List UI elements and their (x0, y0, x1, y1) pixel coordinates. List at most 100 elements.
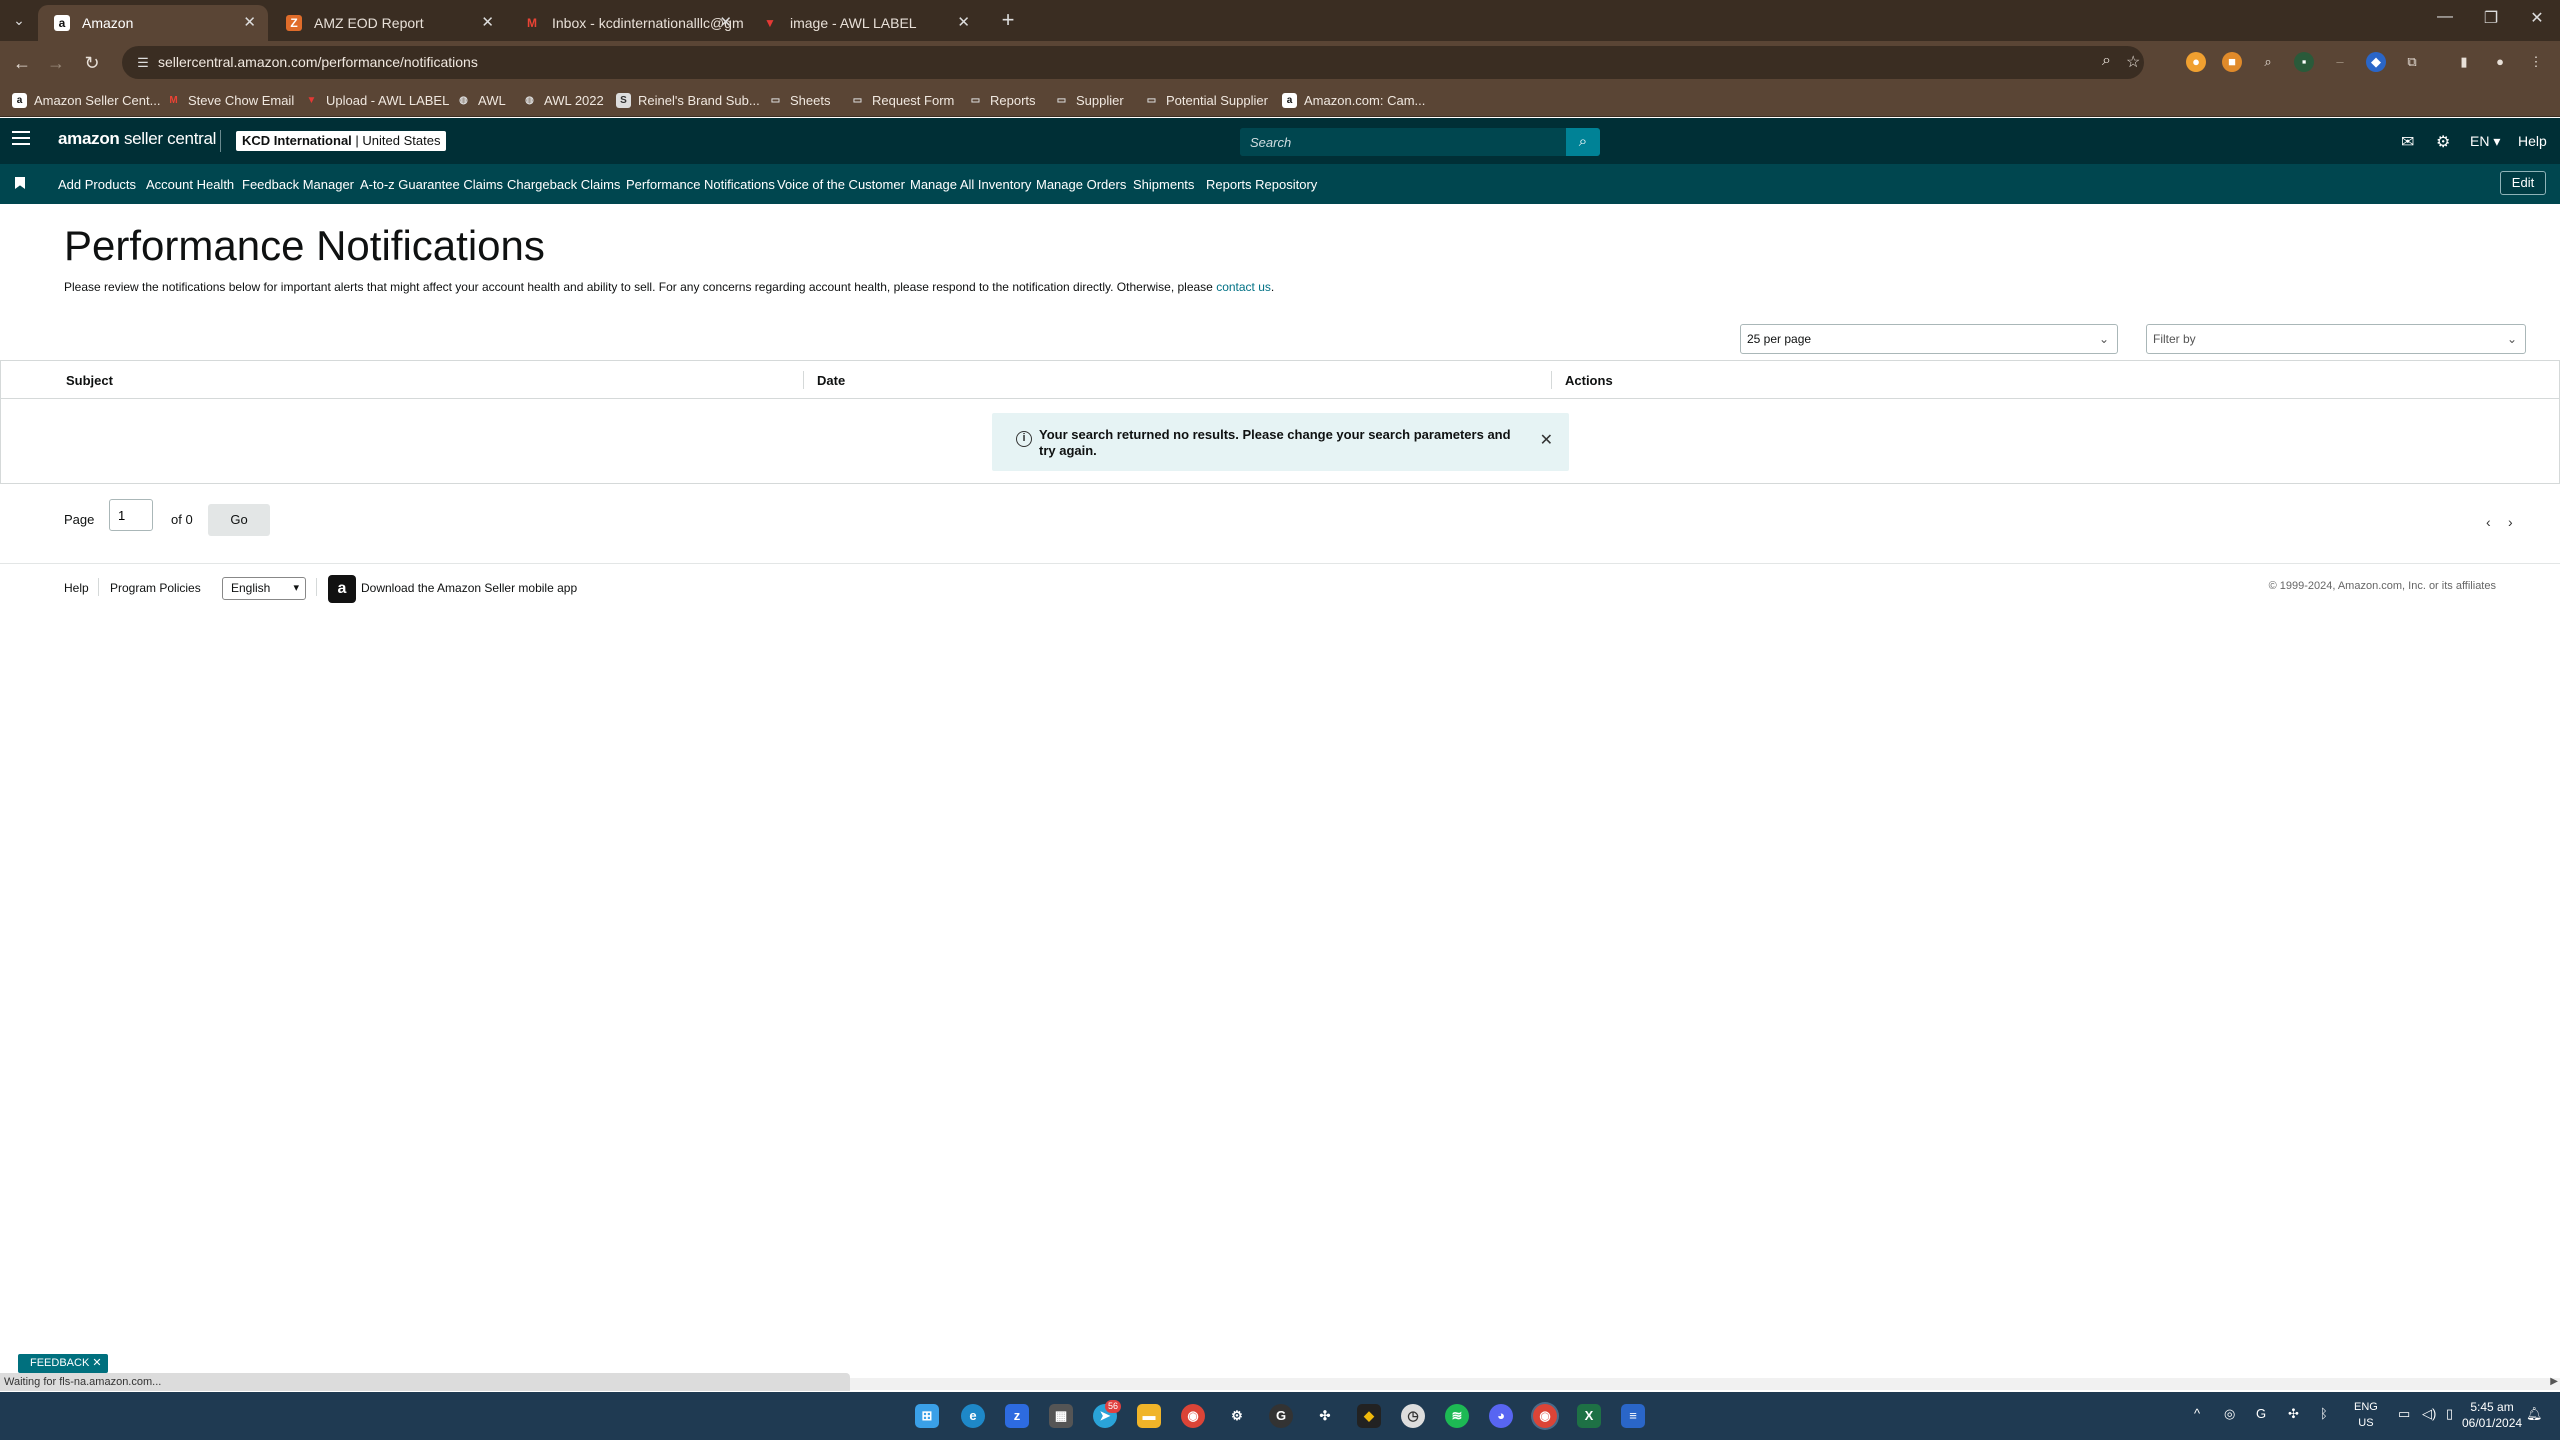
side-panel-icon[interactable]: ▮ (2454, 52, 2474, 72)
footer-language-select[interactable]: English ▾ (222, 577, 306, 600)
extension-green-icon[interactable]: ▪ (2294, 52, 2314, 72)
extensions-puzzle-icon[interactable]: ⧉ (2402, 52, 2422, 72)
nav-reports-repository[interactable]: Reports Repository (1206, 177, 1317, 192)
extension-honey-icon[interactable]: ■ (2222, 52, 2242, 72)
spotify-icon[interactable]: ≋ (1445, 1404, 1469, 1428)
close-tab-icon[interactable]: ✕ (719, 5, 732, 41)
account-switcher[interactable]: KCD International | United States (236, 131, 447, 151)
bookmark-item[interactable]: ◍ AWL 2022 (522, 92, 604, 110)
discord-icon[interactable]: ◕ (1489, 1404, 1513, 1428)
bookmark-item[interactable]: S Reinel's Brand Sub... (616, 92, 760, 110)
next-page-icon[interactable]: › (2508, 514, 2513, 530)
nav-manage-inventory[interactable]: Manage All Inventory (910, 177, 1031, 192)
restore-icon[interactable]: ❐ (2476, 8, 2506, 28)
help-link[interactable]: Help (2518, 133, 2547, 149)
url-text[interactable]: sellercentral.amazon.com/performance/not… (158, 54, 478, 70)
battery-icon[interactable]: ▯ (2446, 1406, 2453, 1422)
extension-chrome-icon[interactable]: ● (2186, 52, 2206, 72)
chrome-profile-icon[interactable]: ◉ (1533, 1404, 1557, 1428)
nav-add-products[interactable]: Add Products (58, 177, 136, 192)
download-app-link[interactable]: Download the Amazon Seller mobile app (361, 581, 577, 595)
input-language[interactable]: ENG US (2354, 1399, 2378, 1431)
horizontal-scrollbar[interactable]: ▶ (850, 1376, 2560, 1390)
clock-app-icon[interactable]: ◷ (1401, 1404, 1425, 1428)
bookmark-ribbon-icon[interactable] (15, 177, 25, 189)
hamburger-menu-icon[interactable] (12, 131, 30, 151)
bookmark-item[interactable]: a Amazon Seller Cent... (12, 92, 160, 110)
forward-icon[interactable]: → (44, 51, 68, 75)
close-tab-icon[interactable]: ✕ (243, 5, 256, 41)
bookmark-item[interactable]: ◍ AWL (456, 92, 506, 110)
network-icon[interactable]: ▭ (2398, 1406, 2410, 1422)
zoom-icon[interactable]: ⌕ (2102, 52, 2111, 70)
contact-us-link[interactable]: contact us (1216, 280, 1271, 294)
nav-performance-notifications[interactable]: Performance Notifications (626, 177, 775, 192)
zoom-app-icon[interactable]: z (1005, 1404, 1029, 1428)
bookmark-item[interactable]: a Amazon.com: Cam... (1282, 92, 1425, 110)
browser-tab-inbox[interactable]: M Inbox - kcdinternationalllc@gm ✕ (508, 5, 744, 41)
close-tab-icon[interactable]: ✕ (481, 5, 494, 41)
feedback-button[interactable]: FEEDBACK ✕ (18, 1354, 108, 1373)
app-g-icon[interactable]: G (1269, 1404, 1293, 1428)
nav-chargeback-claims[interactable]: Chargeback Claims (507, 177, 620, 192)
scroll-right-icon[interactable]: ▶ (2550, 1376, 2558, 1387)
language-selector[interactable]: EN ▾ (2470, 133, 2500, 150)
prev-page-icon[interactable]: ‹ (2486, 514, 2491, 530)
volume-icon[interactable]: ◁) (2422, 1406, 2436, 1422)
tab-search-chevron-icon[interactable]: ⌄ (8, 9, 30, 31)
browser-tab-awl-label[interactable]: ▼ image - AWL LABEL ✕ (746, 5, 982, 41)
extension-blue-icon[interactable]: ◆ (2366, 52, 2386, 72)
profile-icon[interactable]: ● (2490, 52, 2510, 72)
tray-pinwheel-icon[interactable]: ✣ (2288, 1406, 2299, 1422)
nav-account-health[interactable]: Account Health (146, 177, 234, 192)
mail-icon[interactable]: ✉ (2401, 132, 2414, 152)
nav-feedback-manager[interactable]: Feedback Manager (242, 177, 354, 192)
close-icon[interactable]: ✕ (92, 1357, 101, 1369)
close-icon[interactable]: ✕ (1540, 430, 1553, 450)
site-info-icon[interactable]: ☰ (134, 54, 152, 72)
minimize-icon[interactable]: — (2430, 8, 2460, 26)
excel-icon[interactable]: X (1577, 1404, 1601, 1428)
bookmark-folder[interactable]: ▭ Supplier (1054, 92, 1124, 110)
bookmark-star-icon[interactable]: ☆ (2126, 52, 2140, 72)
nav-atoz-claims[interactable]: A-to-z Guarantee Claims (360, 177, 503, 192)
program-policies-link[interactable]: Program Policies (110, 581, 201, 595)
seller-app-icon[interactable]: a (328, 575, 356, 603)
browser-menu-icon[interactable]: ⋮ (2526, 52, 2546, 72)
page-number-input[interactable] (109, 499, 153, 531)
tray-app-icon[interactable]: G (2256, 1406, 2266, 1421)
back-icon[interactable]: ← (10, 51, 34, 75)
close-tab-icon[interactable]: ✕ (957, 5, 970, 41)
bookmark-folder[interactable]: ▭ Sheets (768, 92, 831, 110)
reload-icon[interactable]: ↻ (80, 51, 104, 75)
gear-icon[interactable]: ⚙ (2436, 132, 2450, 152)
extension-search-icon[interactable]: ⌕ (2258, 52, 2278, 72)
per-page-select[interactable]: 25 per page ⌄ (1740, 324, 2118, 354)
nav-voice-of-customer[interactable]: Voice of the Customer (777, 177, 905, 192)
seller-central-logo[interactable]: amazon seller central (58, 129, 216, 149)
windows-start-icon[interactable]: ⊞ (915, 1404, 939, 1428)
bookmark-folder[interactable]: ▭ Potential Supplier (1144, 92, 1268, 110)
extension-dash-icon[interactable]: – (2330, 52, 2350, 72)
tray-bluetooth-icon[interactable]: ᛒ (2320, 1406, 2328, 1421)
notification-bell-icon[interactable]: 🔔︎ (2526, 1406, 2543, 1422)
address-bar[interactable]: ☰ sellercentral.amazon.com/performance/n… (122, 46, 2144, 79)
new-tab-icon[interactable]: + (995, 8, 1021, 34)
nav-manage-orders[interactable]: Manage Orders (1036, 177, 1126, 192)
bookmark-folder[interactable]: ▭ Reports (968, 92, 1036, 110)
tray-overflow-icon[interactable]: ^ (2194, 1406, 2200, 1421)
edge-icon[interactable]: e (961, 1404, 985, 1428)
bookmark-item[interactable]: ▼ Upload - AWL LABEL (304, 92, 450, 110)
bookmark-folder[interactable]: ▭ Request Form (850, 92, 955, 110)
browser-tab-eod-report[interactable]: Z AMZ EOD Report ✕ (270, 5, 506, 41)
edit-nav-button[interactable]: Edit (2500, 171, 2546, 195)
search-icon[interactable]: ⌕ (1566, 128, 1600, 156)
binance-icon[interactable]: ◆ (1357, 1404, 1381, 1428)
search-input[interactable] (1240, 128, 1566, 156)
chrome-icon[interactable]: ◉ (1181, 1404, 1205, 1428)
app-pinwheel-icon[interactable]: ✣ (1313, 1404, 1337, 1428)
bookmark-item[interactable]: M Steve Chow Email (166, 92, 294, 110)
go-button[interactable]: Go (208, 504, 270, 536)
nav-shipments[interactable]: Shipments (1133, 177, 1194, 192)
footer-help-link[interactable]: Help (64, 581, 89, 595)
